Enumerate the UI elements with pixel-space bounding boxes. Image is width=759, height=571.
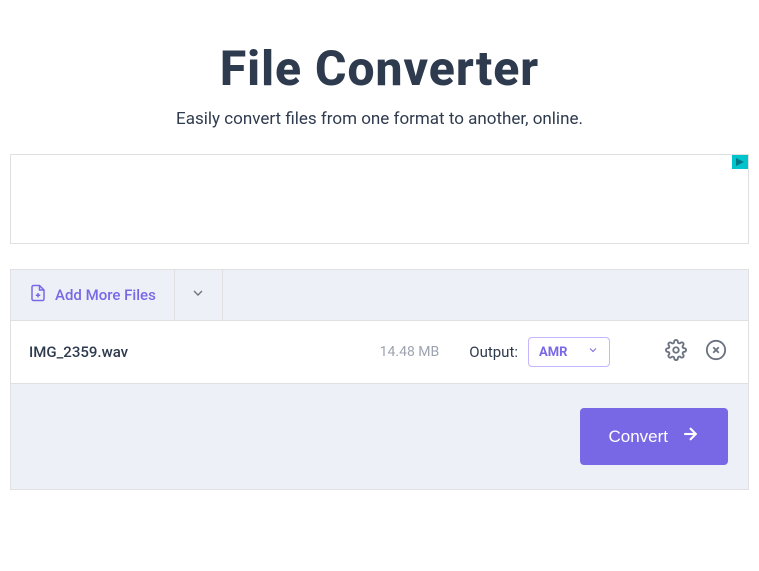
toolbar: Add More Files [11,269,748,320]
chevron-down-icon [587,344,599,360]
add-more-files-button[interactable]: Add More Files [11,270,175,320]
close-circle-icon [705,339,727,365]
add-files-label: Add More Files [55,286,156,304]
file-row: IMG_2359.wav 14.48 MB Output: AMR [11,320,748,383]
file-name: IMG_2359.wav [29,343,380,361]
format-value: AMR [539,345,567,360]
ad-placeholder [10,154,749,244]
page-title: File Converter [10,40,749,97]
chevron-down-icon [190,285,206,305]
settings-button[interactable] [662,338,690,366]
file-plus-icon [29,284,47,306]
output-label: Output: [469,343,518,361]
output-format-select[interactable]: AMR [528,337,610,367]
ad-choices-icon[interactable] [732,155,748,169]
arrow-right-icon [680,424,700,449]
convert-label: Convert [608,427,668,447]
footer: Convert [11,383,748,489]
add-files-dropdown-button[interactable] [175,270,223,320]
converter-panel: Add More Files IMG_2359.wav 14.48 MB Out… [10,269,749,490]
remove-file-button[interactable] [702,338,730,366]
file-size: 14.48 MB [380,344,440,360]
page-subtitle: Easily convert files from one format to … [10,109,749,129]
gear-icon [665,339,687,365]
convert-button[interactable]: Convert [580,408,728,465]
